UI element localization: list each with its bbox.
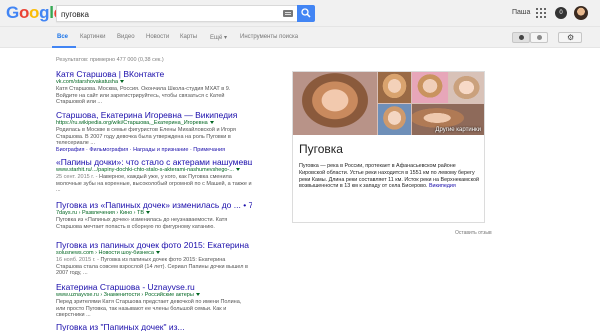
caret-down-icon[interactable]	[155, 251, 160, 255]
search-result: Пуговка из папиных дочек фото 2015: Екат…	[56, 240, 252, 277]
tab-more[interactable]: Ещё ▾	[210, 34, 227, 41]
image-thumbnail[interactable]	[378, 104, 411, 135]
image-thumbnail[interactable]	[293, 72, 377, 135]
top-bar: Google Паша	[0, 0, 600, 27]
result-snippet: Родилась в Москве в семье фигуристов Еле…	[56, 127, 236, 146]
active-tab-indicator	[52, 46, 76, 48]
globe-icon	[537, 35, 542, 40]
search-result: Екатерина Старшова - Uznayvse.ru www.uzn…	[56, 282, 252, 319]
search-tabs: Все Картинки Видео Новости Карты Ещё ▾ И…	[0, 27, 600, 48]
result-title[interactable]: «Папины дочки»: что стало с актерами наш…	[56, 157, 252, 167]
tab-maps[interactable]: Карты	[180, 34, 197, 40]
tab-images[interactable]: Картинки	[80, 34, 105, 40]
more-images-link[interactable]: Другие картинки	[435, 127, 481, 133]
search-button[interactable]	[297, 5, 315, 22]
personal-results-button[interactable]	[512, 32, 530, 43]
gear-icon: ⚙	[567, 33, 575, 42]
knowledge-panel-images: Другие картинки	[293, 72, 484, 135]
result-title[interactable]: Катя Старшова | ВКонтакте	[56, 69, 252, 79]
result-title[interactable]: Старшова, Екатерина Игоревна — Википедия	[56, 110, 252, 120]
search-result: «Папины дочки»: что стало с актерами наш…	[56, 157, 252, 194]
knowledge-panel-description: Пуговка — река в России, протекает в Афа…	[299, 163, 479, 190]
result-url: 7days.ru › Развлечения › Кино › ТВ	[56, 210, 252, 217]
result-url: www.uznayvse.ru › Знаменитости › Российс…	[56, 292, 252, 299]
person-icon	[519, 35, 524, 40]
result-url: vk.com/starshovakatusha	[56, 79, 252, 86]
result-title[interactable]: Пуговка из «Папиных дочек» изменилась до…	[56, 200, 252, 210]
result-title[interactable]: Пуговка из папиных дочек фото 2015: Екат…	[56, 240, 252, 250]
knowledge-panel: Другие картинки Пуговка Пуговка — река в…	[292, 71, 485, 223]
caret-down-icon[interactable]	[120, 80, 125, 84]
tab-video[interactable]: Видео	[117, 34, 135, 40]
search-box	[56, 5, 297, 22]
result-snippet: 25 сент. 2015 г. - Наверное, каждый уже,…	[56, 174, 252, 193]
feedback-link[interactable]: Оставить отзыв	[455, 230, 492, 236]
search-input[interactable]	[61, 7, 281, 21]
result-snippet: Катя Старшова. Москва, Россия. Окончила …	[56, 86, 231, 105]
knowledge-panel-title: Пуговка	[299, 142, 343, 156]
search-result: Старшова, Екатерина Игоревна — Википедия…	[56, 110, 252, 154]
wikipedia-link[interactable]: Википедия	[429, 183, 456, 189]
result-sitelinks[interactable]: Биография · Фильмография · Награды и при…	[56, 147, 252, 154]
result-snippet: Перед зрителями Катя Старшова предстает …	[56, 299, 242, 318]
search-result: Пуговка из "Папиных дочек" из...	[56, 322, 252, 331]
caret-down-icon[interactable]	[146, 211, 151, 215]
notifications-icon[interactable]	[555, 7, 567, 19]
global-results-button[interactable]	[530, 32, 548, 43]
settings-button[interactable]: ⚙	[558, 32, 582, 43]
result-url: solusnews.com › Новости шоу-бизнеса	[56, 250, 252, 257]
result-url: https://ru.wikipedia.org/wiki/Старшова,_…	[56, 120, 252, 127]
avatar[interactable]	[574, 6, 588, 20]
image-thumbnail[interactable]	[412, 72, 448, 103]
google-logo[interactable]: Google	[6, 3, 63, 23]
keyboard-icon[interactable]	[283, 10, 293, 17]
apps-grid-icon[interactable]	[536, 8, 546, 18]
user-name[interactable]: Паша	[512, 9, 530, 16]
tab-search-tools[interactable]: Инструменты поиска	[240, 34, 298, 40]
image-thumbnail[interactable]	[449, 72, 484, 103]
result-snippet: Пуговка из «Папиных дочек» изменилась до…	[56, 217, 228, 230]
result-stats: Результатов: примерно 477 000 (0,38 сек.…	[56, 57, 164, 63]
result-title[interactable]: Екатерина Старшова - Uznayvse.ru	[56, 282, 252, 292]
image-thumbnail[interactable]	[378, 72, 411, 103]
caret-down-icon[interactable]	[235, 168, 240, 172]
tab-news[interactable]: Новости	[146, 34, 169, 40]
search-result: Пуговка из «Папиных дочек» изменилась до…	[56, 200, 252, 230]
search-icon	[301, 8, 311, 18]
result-url: www.starhit.ru/.../papiny-dochki-chto-st…	[56, 167, 252, 174]
result-snippet: 16 нояб. 2015 г. - Пуговка из папиных до…	[56, 257, 248, 276]
tab-all[interactable]: Все	[57, 34, 68, 40]
search-result: Катя Старшова | ВКонтакте vk.com/starsho…	[56, 69, 252, 106]
result-title[interactable]: Пуговка из "Папиных дочек" из...	[56, 322, 252, 331]
caret-down-icon[interactable]	[195, 293, 200, 297]
caret-down-icon[interactable]	[209, 121, 214, 125]
